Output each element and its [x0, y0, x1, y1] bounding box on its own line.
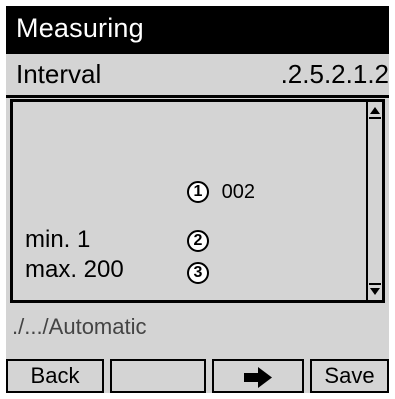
value-row: 1 002	[187, 177, 255, 205]
content-area: 1 002 min. 1 2 max. 200 3	[13, 102, 375, 300]
min-label: min. 1	[25, 226, 91, 253]
path-bar: ./.../Automatic	[6, 306, 389, 346]
max-marker-row: 3	[187, 258, 209, 286]
content-panel: 1 002 min. 1 2 max. 200 3	[10, 99, 385, 303]
back-button[interactable]: Back	[6, 359, 104, 393]
scroll-down-icon[interactable]	[369, 283, 381, 297]
menu-index: .2.5.2.1.2	[280, 59, 389, 89]
save-button[interactable]: Save	[310, 359, 389, 393]
marker-1: 1	[187, 181, 209, 203]
next-button[interactable]	[212, 359, 304, 393]
info-bar: Interval .2.5.2.1.2	[6, 55, 389, 98]
arrow-right-icon	[244, 367, 272, 389]
marker-3: 3	[187, 262, 209, 284]
min-marker-row: 2	[187, 226, 209, 254]
marker-2: 2	[187, 230, 209, 252]
device-screen: Measuring Interval .2.5.2.1.2 1 002 min.…	[6, 6, 389, 393]
empty-softkey-button[interactable]	[110, 359, 206, 393]
breadcrumb: ./.../Automatic	[12, 314, 147, 339]
page-title: Measuring	[16, 13, 144, 43]
scroll-up-icon[interactable]	[369, 105, 381, 119]
max-label: max. 200	[25, 256, 124, 283]
title-bar: Measuring	[6, 6, 389, 54]
value-field[interactable]: 002	[222, 181, 255, 203]
parameter-label: Interval	[16, 59, 102, 89]
scrollbar[interactable]	[366, 102, 382, 300]
